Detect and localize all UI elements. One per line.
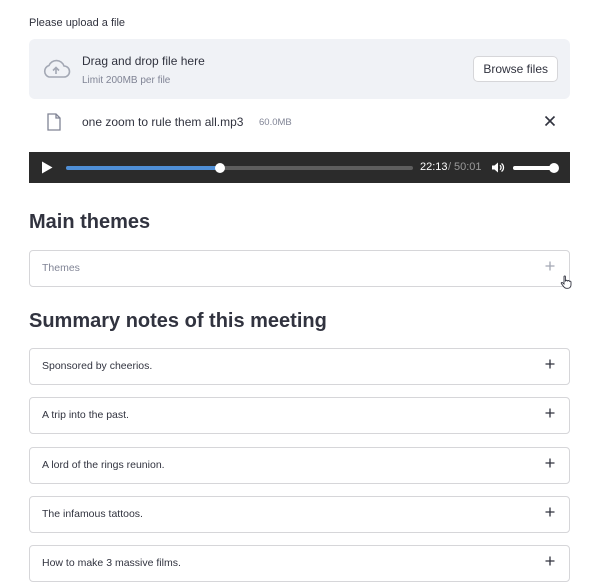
plus-icon xyxy=(545,507,555,517)
themes-expander-label: Themes xyxy=(42,262,80,274)
summary-expander[interactable]: A trip into the past. xyxy=(29,397,570,434)
seek-handle[interactable] xyxy=(215,163,226,173)
browse-files-button[interactable]: Browse files xyxy=(473,56,558,82)
seek-progress xyxy=(66,166,221,170)
dropzone-limit: Limit 200MB per file xyxy=(82,75,171,86)
main-themes-heading: Main themes xyxy=(29,211,151,233)
play-icon[interactable] xyxy=(41,161,53,174)
plus-icon xyxy=(545,359,555,369)
summary-expander[interactable]: How to make 3 massive films. xyxy=(29,545,570,582)
current-time: 22:13 xyxy=(420,161,448,173)
plus-icon xyxy=(545,458,555,468)
volume-slider[interactable] xyxy=(513,163,559,173)
plus-icon xyxy=(545,408,555,418)
plus-icon xyxy=(545,556,555,566)
summary-expander-label: Sponsored by cheerios. xyxy=(42,360,153,372)
themes-expander[interactable]: Themes xyxy=(29,250,570,287)
close-icon[interactable] xyxy=(542,113,558,129)
summary-expander[interactable]: The infamous tattoos. xyxy=(29,496,570,533)
plus-icon xyxy=(545,261,555,271)
audio-player: 22:13 / 50:01 xyxy=(29,152,570,183)
file-name: one zoom to rule them all.mp3 xyxy=(82,115,244,129)
summary-expander[interactable]: Sponsored by cheerios. xyxy=(29,348,570,385)
file-icon xyxy=(47,113,61,131)
summary-notes-heading: Summary notes of this meeting xyxy=(29,310,327,332)
volume-level xyxy=(513,166,554,170)
time-separator: / xyxy=(448,161,452,173)
cloud-upload-icon xyxy=(43,59,71,78)
uploaded-file-row: one zoom to rule them all.mp3 60.0MB xyxy=(29,107,570,137)
summary-expander[interactable]: A lord of the rings reunion. xyxy=(29,447,570,484)
volume-icon[interactable] xyxy=(491,161,505,174)
file-dropzone[interactable]: Drag and drop file here Limit 200MB per … xyxy=(29,39,570,99)
total-time: 50:01 xyxy=(454,161,482,173)
summary-expander-label: The infamous tattoos. xyxy=(42,508,143,520)
file-size: 60.0MB xyxy=(259,117,292,128)
summary-expander-label: A lord of the rings reunion. xyxy=(42,459,165,471)
upload-label: Please upload a file xyxy=(29,17,126,29)
hand-pointer-icon xyxy=(560,275,572,289)
volume-handle[interactable] xyxy=(548,163,559,173)
seek-bar[interactable] xyxy=(66,163,413,173)
dropzone-title: Drag and drop file here xyxy=(82,54,205,68)
summary-expander-label: A trip into the past. xyxy=(42,409,129,421)
summary-expander-label: How to make 3 massive films. xyxy=(42,557,181,569)
